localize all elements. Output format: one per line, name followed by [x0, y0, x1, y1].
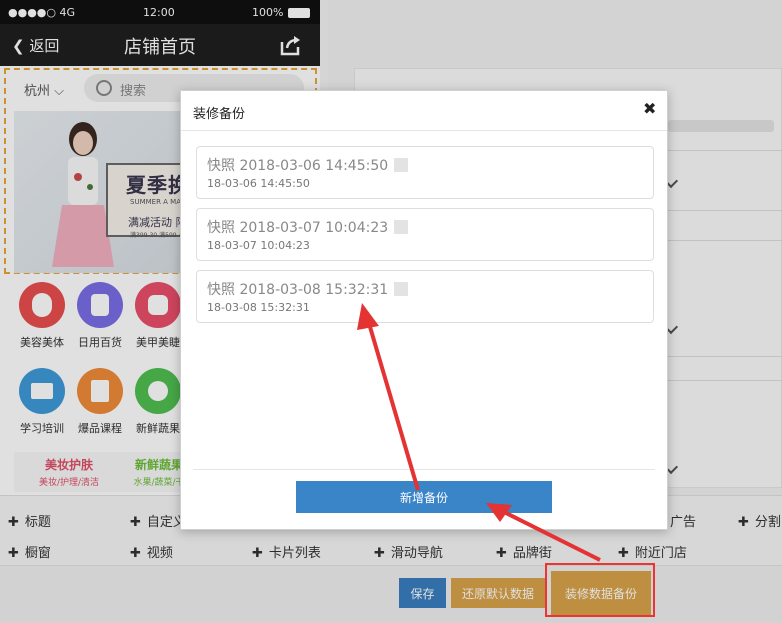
snapshot-name: 快照 2018-03-08 15:32:31 — [207, 282, 389, 298]
dialog-title: 装修备份 — [193, 107, 246, 122]
dialog-header: 装修备份 ✖ — [181, 91, 667, 131]
snapshot-item[interactable]: 快照 2018-03-08 15:32:31 18-03-08 15:32:31 — [196, 270, 654, 323]
edit-icon[interactable] — [394, 158, 409, 172]
snapshot-date: 18-03-06 14:45:50 — [207, 177, 310, 190]
edit-icon[interactable] — [394, 220, 409, 234]
divider — [193, 469, 655, 470]
snapshot-name: 快照 2018-03-07 10:04:23 — [207, 220, 389, 236]
add-backup-button[interactable]: 新增备份 — [296, 481, 552, 513]
snapshot-date: 18-03-08 15:32:31 — [207, 301, 310, 314]
snapshot-date: 18-03-07 10:04:23 — [207, 239, 310, 252]
close-icon[interactable]: ✖ — [643, 99, 656, 118]
edit-icon[interactable] — [394, 282, 409, 296]
snapshot-name: 快照 2018-03-06 14:45:50 — [207, 158, 389, 174]
snapshot-item[interactable]: 快照 2018-03-06 14:45:50 18-03-06 14:45:50 — [196, 146, 654, 199]
snapshot-item[interactable]: 快照 2018-03-07 10:04:23 18-03-07 10:04:23 — [196, 208, 654, 261]
backup-dialog: 装修备份 ✖ 快照 2018-03-06 14:45:50 18-03-06 1… — [180, 90, 668, 530]
